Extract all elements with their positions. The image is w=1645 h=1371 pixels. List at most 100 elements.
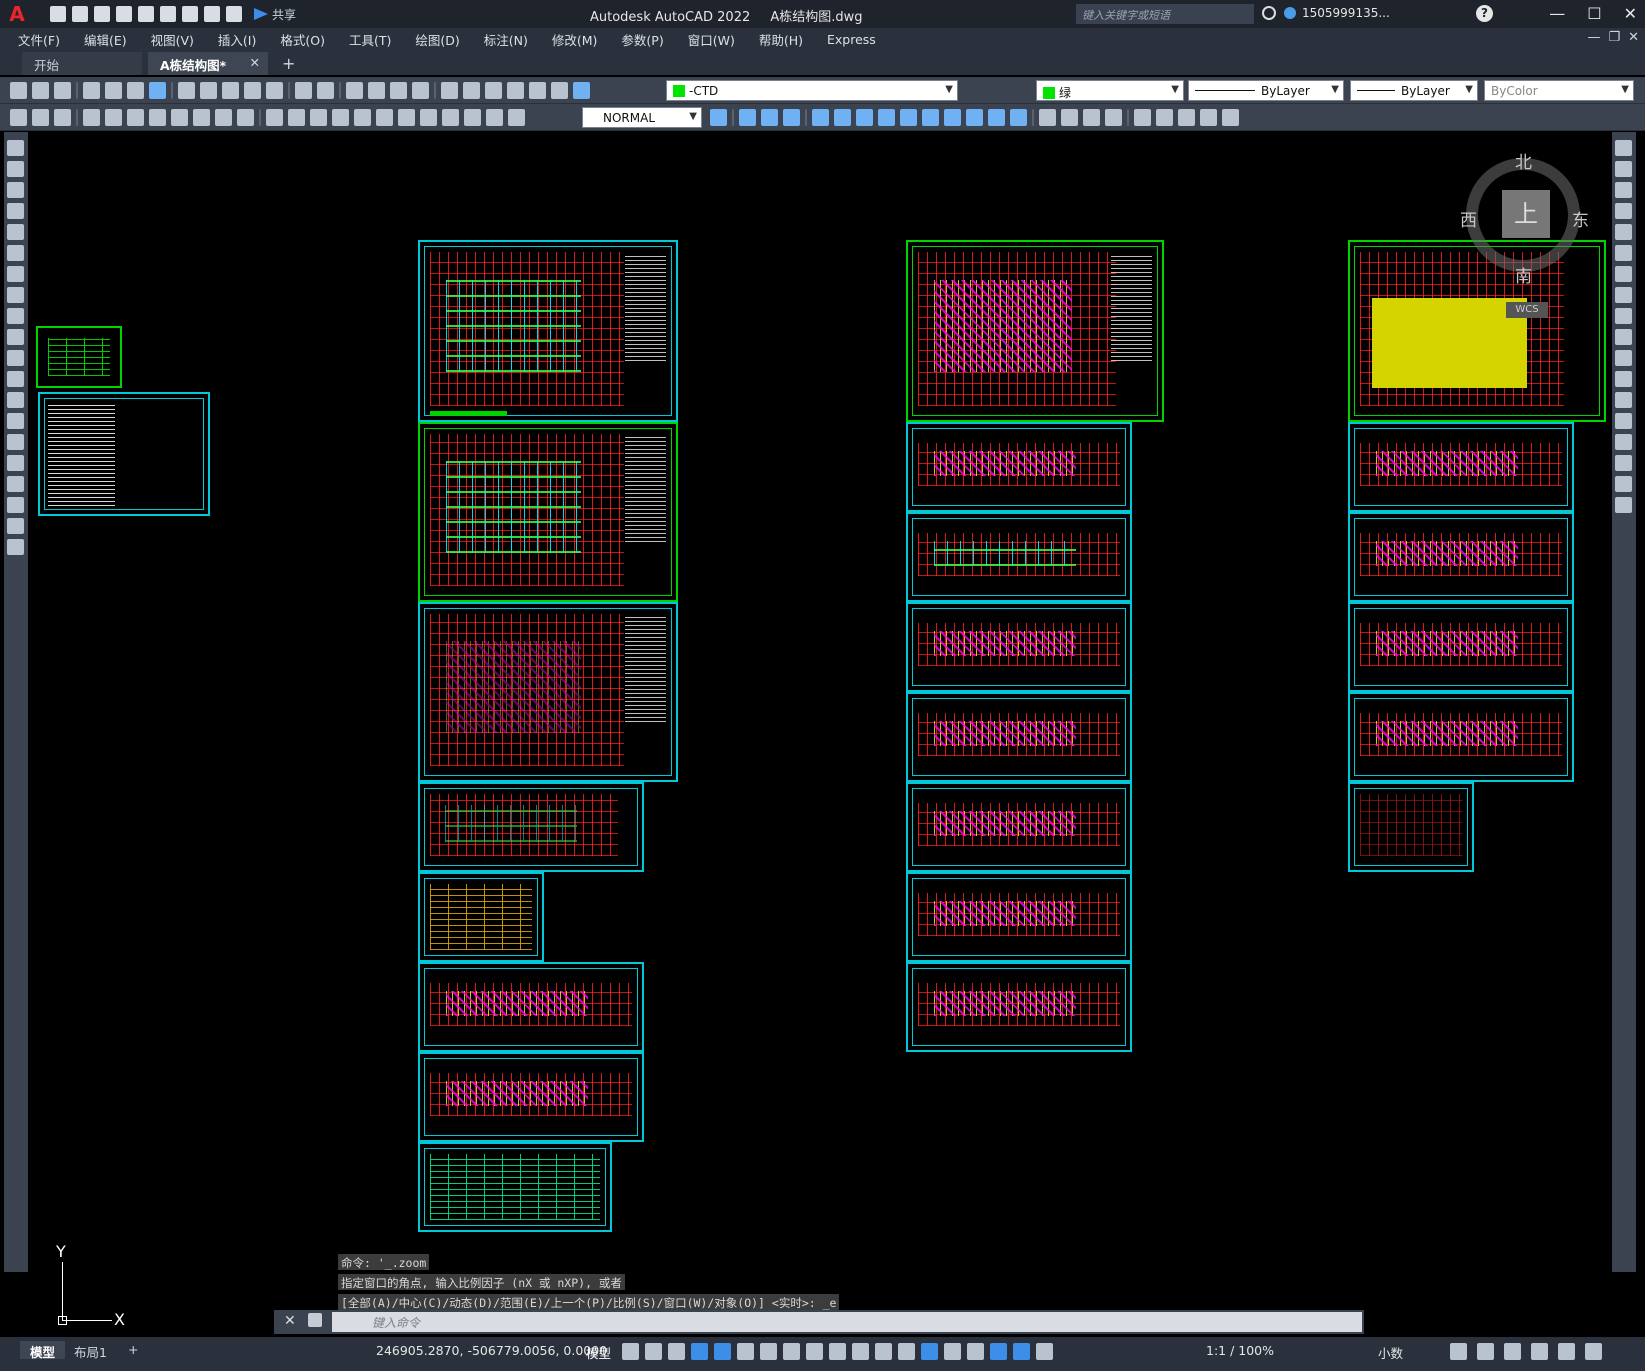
chamfer-icon[interactable]	[1039, 109, 1056, 126]
menu-insert[interactable]: 插入(I)	[218, 30, 256, 49]
maximize-button[interactable]: ☐	[1587, 4, 1601, 23]
lock-ui-icon[interactable]	[1477, 1343, 1494, 1360]
blend-icon[interactable]	[1105, 109, 1122, 126]
tab-start[interactable]: 开始	[22, 52, 142, 75]
linetype-dropdown[interactable]: ByLayer ▼	[1188, 80, 1344, 101]
autocad-logo-icon[interactable]: A	[4, 1, 30, 27]
offset-icon[interactable]	[812, 109, 829, 126]
user-account[interactable]: 1505999135...	[1284, 6, 1390, 20]
selection-cycling-icon[interactable]	[875, 1343, 892, 1360]
selection-filter-icon[interactable]	[944, 1343, 961, 1360]
polyline-icon[interactable]	[7, 182, 24, 198]
quick-dim-icon[interactable]	[266, 109, 283, 126]
drawing-sheet-c1[interactable]	[1348, 240, 1606, 422]
add-layout-button[interactable]: +	[118, 1341, 148, 1359]
snap-icon[interactable]	[645, 1343, 662, 1360]
dim-text-edit-icon[interactable]	[486, 109, 503, 126]
plot-icon[interactable]	[182, 6, 198, 22]
dynamic-ucs-icon[interactable]	[921, 1343, 938, 1360]
zoom-realtime-icon[interactable]	[368, 82, 385, 99]
drawing-sheet-general-notes[interactable]	[38, 392, 210, 516]
copy-icon[interactable]	[200, 82, 217, 99]
fillet-side-icon[interactable]	[1615, 455, 1632, 471]
drawing-sheet-a3[interactable]	[418, 602, 678, 782]
menu-dimension[interactable]: 标注(N)	[484, 30, 528, 49]
trim-side-icon[interactable]	[1615, 329, 1632, 345]
tab-close-icon[interactable]: ✕	[250, 55, 260, 70]
doc-minimize-button[interactable]: —	[1587, 30, 1600, 45]
dim-jog-icon[interactable]	[442, 109, 459, 126]
blend-side-icon[interactable]	[1615, 476, 1632, 492]
pan-icon[interactable]	[346, 82, 363, 99]
bring-front-icon[interactable]	[1156, 109, 1173, 126]
drawing-sheet-c5[interactable]	[1348, 692, 1574, 782]
menu-parametric[interactable]: 参数(P)	[621, 30, 663, 49]
dim-style-icon[interactable]	[710, 109, 727, 126]
make-block-icon[interactable]	[7, 392, 24, 408]
search-input[interactable]: 键入关键字或短语	[1076, 4, 1254, 24]
cut-icon[interactable]	[178, 82, 195, 99]
isolate-objects-icon[interactable]	[1504, 1343, 1521, 1360]
open-icon[interactable]	[32, 82, 49, 99]
drawing-sheet-a5[interactable]	[418, 872, 544, 962]
lineweight-icon[interactable]	[829, 1343, 846, 1360]
diameter-dim-icon[interactable]	[215, 109, 232, 126]
array-icon[interactable]	[834, 109, 851, 126]
layer-previous-icon[interactable]	[54, 109, 71, 126]
hatch-back-icon[interactable]	[1222, 109, 1239, 126]
tab-model[interactable]: 模型	[20, 1341, 66, 1360]
plot-icon[interactable]	[83, 82, 100, 99]
zoom-previous-icon[interactable]	[412, 82, 429, 99]
erase-side-icon[interactable]	[1615, 140, 1632, 156]
dim-break-icon[interactable]	[354, 109, 371, 126]
radius-dim-icon[interactable]	[171, 109, 188, 126]
jogged-dim-icon[interactable]	[193, 109, 210, 126]
extend-side-icon[interactable]	[1615, 350, 1632, 366]
new-tab-button[interactable]: +	[282, 54, 295, 73]
customize-icon[interactable]	[1585, 1343, 1602, 1360]
hardware-acceleration-icon[interactable]	[1531, 1343, 1548, 1360]
save-as-icon[interactable]	[116, 6, 132, 22]
properties-icon[interactable]	[441, 82, 458, 99]
continue-dim-icon[interactable]	[310, 109, 327, 126]
drawing-sheet-a1[interactable]	[418, 240, 678, 422]
clean-screen-icon[interactable]	[1558, 1343, 1575, 1360]
move-icon[interactable]	[856, 109, 873, 126]
menu-window[interactable]: 窗口(W)	[688, 30, 735, 49]
calculator-icon[interactable]	[551, 82, 568, 99]
arc-length-icon[interactable]	[127, 109, 144, 126]
dim-edit-icon[interactable]	[464, 109, 481, 126]
drawing-sheet-a8[interactable]	[418, 1142, 612, 1232]
block-editor-icon[interactable]	[266, 82, 283, 99]
menu-draw[interactable]: 绘图(D)	[415, 30, 459, 49]
undo-icon[interactable]	[204, 6, 220, 22]
drawing-sheet-a4[interactable]	[418, 782, 644, 872]
infer-constraints-icon[interactable]	[668, 1343, 685, 1360]
explode-icon[interactable]	[1083, 109, 1100, 126]
menu-edit[interactable]: 编辑(E)	[84, 30, 127, 49]
publish-icon[interactable]	[127, 82, 144, 99]
make-current-icon[interactable]	[32, 109, 49, 126]
stretch-side-icon[interactable]	[1615, 308, 1632, 324]
preview-icon[interactable]	[105, 82, 122, 99]
copy-object-icon[interactable]	[761, 109, 778, 126]
color-dropdown[interactable]: 绿 ▼	[1036, 80, 1184, 101]
circle-icon[interactable]	[7, 266, 24, 282]
scale-side-icon[interactable]	[1615, 287, 1632, 303]
tab-layout1[interactable]: 布局1	[64, 1341, 117, 1360]
dim-update-icon[interactable]	[508, 109, 525, 126]
join-side-icon[interactable]	[1615, 413, 1632, 429]
viewcube-west[interactable]: 西	[1460, 206, 1477, 231]
plotstyle-dropdown[interactable]: ByColor ▼	[1484, 80, 1634, 101]
menu-modify[interactable]: 修改(M)	[552, 30, 598, 49]
drawing-sheet-b2[interactable]	[906, 422, 1132, 512]
menu-express[interactable]: Express	[827, 32, 876, 47]
rectangle-icon[interactable]	[7, 224, 24, 240]
paste-icon[interactable]	[222, 82, 239, 99]
break-side-icon[interactable]	[1615, 392, 1632, 408]
revision-cloud-icon[interactable]	[7, 287, 24, 303]
3d-print-icon[interactable]	[149, 82, 166, 99]
ellipse-arc-icon[interactable]	[7, 350, 24, 366]
offset-side-icon[interactable]	[1615, 203, 1632, 219]
line-icon[interactable]	[7, 140, 24, 156]
